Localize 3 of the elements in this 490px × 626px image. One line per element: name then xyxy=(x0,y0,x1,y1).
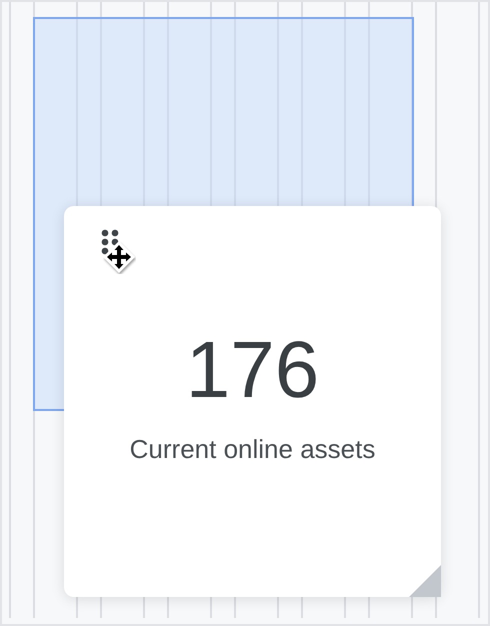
resize-handle-icon[interactable] xyxy=(409,565,441,597)
stat-label: Current online assets xyxy=(130,434,376,465)
stat-value: 176 xyxy=(186,330,320,410)
